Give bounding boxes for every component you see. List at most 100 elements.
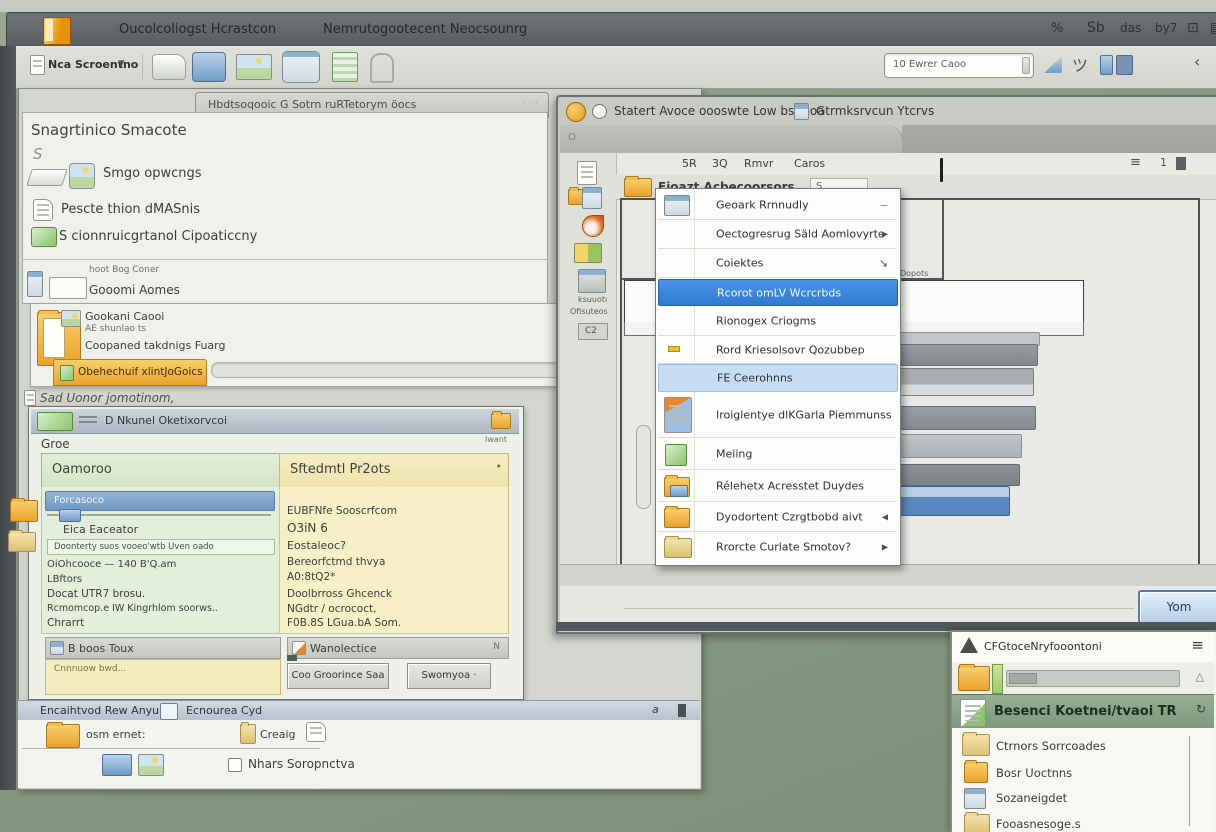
table-row-r2[interactable]: O3iN 6 (287, 521, 328, 535)
main-titlebar[interactable]: Oucolcoliogst Hcrastcon Nemrutogootecent… (6, 12, 1216, 48)
bell-icon[interactable] (370, 53, 394, 83)
share-checkbox[interactable] (228, 758, 242, 772)
print-icon[interactable] (152, 54, 186, 80)
session-button[interactable]: Swomyoa · (407, 663, 491, 689)
menubar-one[interactable]: 1 (1160, 156, 1167, 169)
menu-item-clipboard[interactable]: Dyodortent Czrgtbobd aivt ◀ (658, 503, 896, 532)
triangle-up-icon[interactable]: △ (1196, 670, 1204, 683)
bottom-right-header[interactable]: Wanolectice N (287, 637, 509, 659)
menu-item-selected[interactable]: Rcorot omLV Wcrcrbds (658, 279, 898, 306)
table-row-l3-box[interactable]: Doonterty suos vooeo'wtb Uven oado (47, 539, 275, 555)
strip-duo-icon[interactable] (574, 243, 602, 263)
note-icon[interactable] (1100, 55, 1113, 75)
yom-button[interactable]: Yom (1138, 590, 1216, 624)
list-scrollbar[interactable] (636, 425, 651, 509)
list-row-bar-selected[interactable] (898, 486, 1010, 516)
list-item-4[interactable]: Fooasnesoge.s (996, 817, 1081, 831)
toolrow-slider-nub[interactable] (1009, 673, 1037, 684)
menu-tools[interactable]: Caros (794, 157, 825, 170)
conference-button[interactable]: Coo Groorince Saa (287, 663, 389, 689)
mid-titlebar[interactable]: Statert Avoce oooswte Low bsithoa Gtrmks… (558, 97, 1216, 125)
menu-view[interactable]: Rmvr (744, 157, 773, 170)
attachment-tab[interactable]: Obehechuif xlintJoGoics (53, 359, 207, 386)
menu-item-open[interactable]: Geoark Rrnnudly — (658, 191, 896, 220)
menubar-eq-icon[interactable]: ≡ (1130, 155, 1141, 170)
list-row-bar[interactable] (898, 406, 1036, 430)
selected-row[interactable]: Forcasoco (45, 491, 275, 511)
list-item-3[interactable]: Sozaneigdet (996, 791, 1067, 805)
strip-window-icon[interactable] (582, 187, 602, 209)
menu-item-rules[interactable]: Rord Kriesolsovr Qozubbep (658, 336, 896, 364)
menu-item-related[interactable]: Rélehetx Acresstet Duydes (658, 471, 896, 502)
table-row-r8[interactable]: F0B.8S LGua.bA Som. (287, 617, 401, 629)
table-row-l4[interactable]: OiOhcooce — 140 B'Q.am (47, 559, 176, 570)
table-row-l6[interactable]: Docat UTR7 brosu. (47, 588, 145, 600)
list-row-bar[interactable] (898, 368, 1034, 396)
side-folder-icon-1[interactable] (10, 500, 38, 522)
table-row-r1[interactable]: EUBFNfe Sooscrfcom (287, 505, 397, 517)
refresh-icon[interactable]: ↻ (1196, 702, 1206, 716)
menu-item-meeting[interactable]: Meiing (658, 439, 896, 470)
list-row-bar[interactable] (898, 344, 1038, 366)
menu-item-hover[interactable]: FE Ceerohnns (658, 364, 898, 392)
undo-icon[interactable]: ツ (1072, 52, 1088, 76)
menu-item-3[interactable]: S cionnruicgrtanol Cipoaticcny (59, 229, 257, 244)
menu-item-groups[interactable]: Rionogex Criogms (658, 306, 896, 336)
table-row-l7[interactable]: Rcmomcop.e IW Kingrhlom soorws.. (47, 603, 218, 614)
filter-icon[interactable] (1044, 56, 1062, 73)
monitor-search-icon[interactable] (282, 51, 320, 83)
footer-small-icon[interactable] (306, 722, 326, 742)
column-header-left[interactable]: Oamoroo (41, 453, 281, 489)
right-panel-selected-row[interactable]: Besenci Koetnei/tvaoi TR ↻ (952, 694, 1214, 730)
menu-item-1[interactable]: Smgo opwcngs (103, 166, 202, 181)
strip-doc-icon[interactable] (577, 161, 597, 185)
strip-tv-icon[interactable] (578, 269, 606, 293)
table-row-r4[interactable]: Bereorfctmd thvya (287, 556, 385, 568)
collapse-chevron-icon[interactable]: ‹ (1194, 52, 1200, 71)
footer-value[interactable]: Creaig (260, 728, 296, 741)
slider-handle[interactable] (59, 509, 81, 522)
table-row-l5[interactable]: LBftors (47, 574, 82, 585)
bottom-left-header[interactable]: B boos Toux (45, 637, 281, 659)
list-row-bar[interactable] (898, 434, 1022, 458)
menu-edit[interactable]: 3Q (712, 157, 728, 170)
search-box[interactable]: 10 Ewrer Caoo (884, 53, 1034, 78)
swatch[interactable] (49, 277, 87, 299)
titlebar-glyph-2[interactable]: Sb (1087, 20, 1105, 36)
side-folder-icon-2[interactable] (8, 532, 36, 552)
menu-item-remote[interactable]: Rrorcte Curlate Smotov? ▶ (658, 533, 896, 561)
table-row-l8[interactable]: Chrarrt (47, 617, 84, 629)
table-topbar-right-icon[interactable] (491, 413, 511, 429)
toolrow-slider[interactable] (1006, 670, 1180, 687)
hamburger-icon[interactable]: ≡ (1191, 636, 1204, 654)
menu-file[interactable]: 5R (682, 157, 697, 170)
table-topbar[interactable]: D Nkunel Oketixorvcoi (31, 409, 519, 434)
menubar-block-icon[interactable] (1176, 157, 1186, 170)
picture-icon[interactable] (236, 54, 272, 80)
save-icon[interactable]: ⊡ (1187, 20, 1199, 36)
titlebar-glyph-1[interactable]: % (1051, 21, 1063, 36)
menu-item-program[interactable]: Iroiglentye dlKGarla Piemmunss (658, 392, 896, 438)
titlebar-glyph-3[interactable]: das (1120, 21, 1141, 35)
list-icon[interactable]: ▤ (1210, 20, 1216, 36)
table-row-l2[interactable]: Eica Eaceator (63, 523, 138, 536)
table-row-r7[interactable]: NGdtr / ocrococt, (287, 603, 376, 615)
mail-icon[interactable] (192, 52, 226, 82)
menu-item-cookies[interactable]: Coiektes ↘ (658, 249, 896, 278)
table-row-r6[interactable]: Doolbrross Ghcenck (287, 588, 392, 600)
menu-item-2[interactable]: Pescte thion dMASnis (61, 202, 200, 217)
column-header-right[interactable]: Sftedmtl Pr2ots • (279, 453, 509, 489)
new-caret-icon[interactable]: ▾ (118, 56, 125, 71)
strip-flame-icon[interactable] (582, 215, 604, 237)
titlebar-glyph-4[interactable]: by7 (1155, 21, 1177, 35)
toolrow-folder-icon[interactable] (958, 666, 990, 691)
search-nub[interactable] (1022, 57, 1030, 74)
list-row-bar[interactable] (898, 464, 1020, 486)
table-row-r3[interactable]: Eostaleoc? (287, 539, 346, 552)
search-input[interactable]: 10 Ewrer Caoo (893, 59, 966, 70)
subject-groove[interactable] (211, 362, 599, 378)
list-scrollbar-track[interactable] (1189, 736, 1190, 826)
mid-tab[interactable]: O (560, 125, 903, 153)
menu-item-4[interactable]: Gooomi Aomes (89, 283, 180, 297)
block-icon[interactable] (1116, 55, 1133, 75)
